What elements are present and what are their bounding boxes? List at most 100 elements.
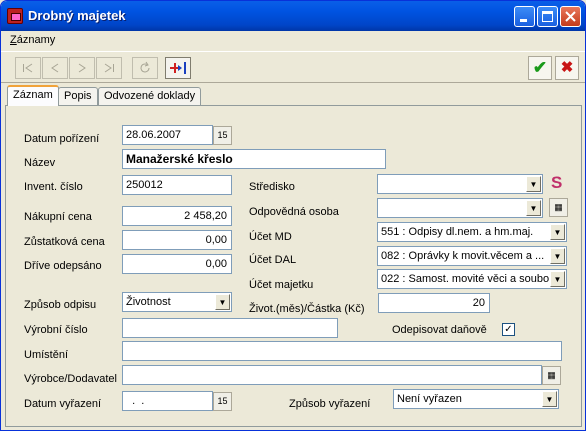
vyrobce-dodavatel-label: Výrobce/Dodavatel	[24, 373, 117, 385]
menu-bar: Záznamy	[1, 31, 585, 51]
checkmark-icon: ✔	[532, 58, 548, 77]
last-icon	[104, 63, 114, 73]
datum-vyrazeni-label: Datum vyřazení	[24, 398, 102, 410]
odepisovat-danove-checkbox[interactable]: ✓	[502, 323, 515, 336]
drive-odepsano-label: Dříve odepsáno	[24, 260, 102, 272]
ucet-md-select[interactable]: 551 : Odpisy dl.nem. a hm.maj. ▼	[377, 222, 567, 242]
app-icon	[7, 8, 23, 24]
zpusob-odpisu-select[interactable]: Životnost ▼	[122, 292, 232, 312]
stredisko-label: Středisko	[249, 181, 295, 193]
chevron-down-icon[interactable]: ▼	[550, 224, 565, 240]
close-button[interactable]	[560, 6, 581, 27]
stredisko-select[interactable]: ▼	[377, 174, 543, 194]
checkbox-check-icon: ✓	[504, 324, 513, 335]
ucet-dal-label: Účet DAL	[249, 254, 297, 266]
vyrobni-cislo-input[interactable]	[122, 318, 338, 338]
record-panel: Datum pořízení 28.06.2007 15 Název Manaž…	[5, 105, 582, 427]
datum-vyrazeni-input[interactable]: . .	[122, 391, 213, 411]
datum-porizeni-calendar-button[interactable]: 15	[213, 126, 232, 145]
umisteni-input[interactable]	[122, 341, 562, 361]
nazev-input[interactable]: Manažerské křeslo	[122, 149, 386, 169]
first-icon	[23, 63, 33, 73]
add-record-button[interactable]	[165, 57, 191, 79]
menu-zaznamy[interactable]: Záznamy	[10, 34, 55, 46]
chevron-down-icon[interactable]: ▼	[542, 391, 557, 407]
tab-popis-label: Popis	[64, 90, 92, 102]
drive-odepsano-value: 0,00	[205, 258, 227, 270]
zpusob-vyrazeni-value: Není vyřazen	[397, 393, 462, 405]
datum-vyrazeni-calendar-button[interactable]: 15	[213, 392, 232, 411]
app-window: Drobný majetek Záznamy ✔ ✖ Záznam Popis …	[0, 0, 586, 431]
nakupni-cena-value: 2 458,20	[184, 210, 227, 222]
maximize-icon	[542, 11, 553, 22]
zustatkova-cena-label: Zůstatková cena	[24, 236, 105, 248]
chevron-down-icon[interactable]: ▼	[215, 294, 230, 310]
zpusob-vyrazeni-label: Způsob vyřazení	[289, 398, 371, 410]
ucet-majetku-select[interactable]: 022 : Samost. movité věci a soubo ▼	[377, 269, 567, 289]
odpovedna-osoba-select[interactable]: ▼	[377, 198, 543, 218]
vyrobce-dodavatel-input[interactable]	[122, 365, 542, 385]
window-title: Drobný majetek	[28, 8, 126, 23]
nakupni-cena-input[interactable]: 2 458,20	[122, 206, 232, 226]
datum-porizeni-label: Datum pořízení	[24, 133, 100, 145]
minimize-icon	[520, 19, 527, 22]
ucet-md-value: 551 : Odpisy dl.nem. a hm.maj.	[381, 226, 534, 238]
prev-icon	[51, 63, 59, 73]
vyrobni-cislo-label: Výrobní číslo	[24, 324, 88, 336]
next-icon	[78, 63, 86, 73]
add-record-icon	[170, 62, 186, 74]
ucet-majetku-label: Účet majetku	[249, 279, 314, 291]
zivotnost-label: Život.(měs)/Částka (Kč)	[249, 303, 365, 315]
calendar-icon: 15	[217, 396, 228, 406]
calendar-icon: 15	[217, 130, 228, 140]
next-record-button[interactable]	[69, 57, 95, 79]
zustatkova-cena-input[interactable]: 0,00	[122, 230, 232, 250]
prev-record-button[interactable]	[42, 57, 68, 79]
save-button[interactable]: ✔	[528, 56, 552, 80]
invent-cislo-label: Invent. číslo	[24, 181, 83, 193]
zivotnost-input[interactable]: 20	[378, 293, 490, 313]
umisteni-label: Umístění	[24, 349, 69, 361]
ucet-dal-select[interactable]: 082 : Oprávky k movit.věcem a ... ▼	[377, 246, 567, 266]
drive-odepsano-input[interactable]: 0,00	[122, 254, 232, 274]
stredisko-s-icon[interactable]: S	[551, 173, 562, 193]
zpusob-odpisu-value: Životnost	[126, 296, 171, 308]
chevron-down-icon[interactable]: ▼	[526, 200, 541, 216]
refresh-icon	[140, 61, 150, 73]
ucet-md-label: Účet MD	[249, 231, 292, 243]
datum-vyrazeni-value: . .	[126, 395, 145, 407]
tab-zaznam-label: Záznam	[13, 89, 53, 101]
first-record-button[interactable]	[15, 57, 41, 79]
zustatkova-cena-value: 0,00	[205, 234, 227, 246]
tab-popis[interactable]: Popis	[58, 87, 98, 105]
odpovedna-osoba-label: Odpovědná osoba	[249, 206, 339, 218]
tab-zaznam[interactable]: Záznam	[7, 85, 59, 106]
refresh-button[interactable]	[132, 57, 158, 79]
ucet-majetku-value: 022 : Samost. movité věci a soubo	[381, 273, 550, 285]
toolbar: ✔ ✖	[1, 51, 585, 83]
tab-odvozene-doklady[interactable]: Odvozené doklady	[98, 87, 202, 105]
odepisovat-danove-label: Odepisovat daňově	[392, 324, 487, 336]
title-bar[interactable]: Drobný majetek	[1, 1, 585, 31]
zpusob-vyrazeni-select[interactable]: Není vyřazen ▼	[393, 389, 559, 409]
last-record-button[interactable]	[96, 57, 122, 79]
menu-zaznamy-label: áznamy	[16, 34, 56, 46]
osoba-picker-button[interactable]: ▦	[549, 198, 568, 217]
cancel-button[interactable]: ✖	[555, 56, 579, 80]
ucet-dal-value: 082 : Oprávky k movit.věcem a ...	[381, 250, 545, 262]
chevron-down-icon[interactable]: ▼	[550, 271, 565, 287]
book-icon: ▦	[547, 370, 556, 380]
minimize-button[interactable]	[514, 6, 535, 27]
tab-strip: Záznam Popis Odvozené doklady	[4, 85, 584, 106]
nakupni-cena-label: Nákupní cena	[24, 211, 92, 223]
maximize-button[interactable]	[537, 6, 558, 27]
tab-odvozene-label: Odvozené doklady	[104, 90, 196, 102]
chevron-down-icon[interactable]: ▼	[526, 176, 541, 192]
nazev-label: Název	[24, 157, 56, 169]
invent-cislo-input[interactable]: 250012	[122, 175, 232, 195]
close-icon	[565, 11, 576, 22]
datum-porizeni-input[interactable]: 28.06.2007	[122, 125, 213, 145]
vyrobce-picker-button[interactable]: ▦	[542, 366, 561, 385]
chevron-down-icon[interactable]: ▼	[550, 248, 565, 264]
cancel-x-icon: ✖	[560, 59, 574, 76]
